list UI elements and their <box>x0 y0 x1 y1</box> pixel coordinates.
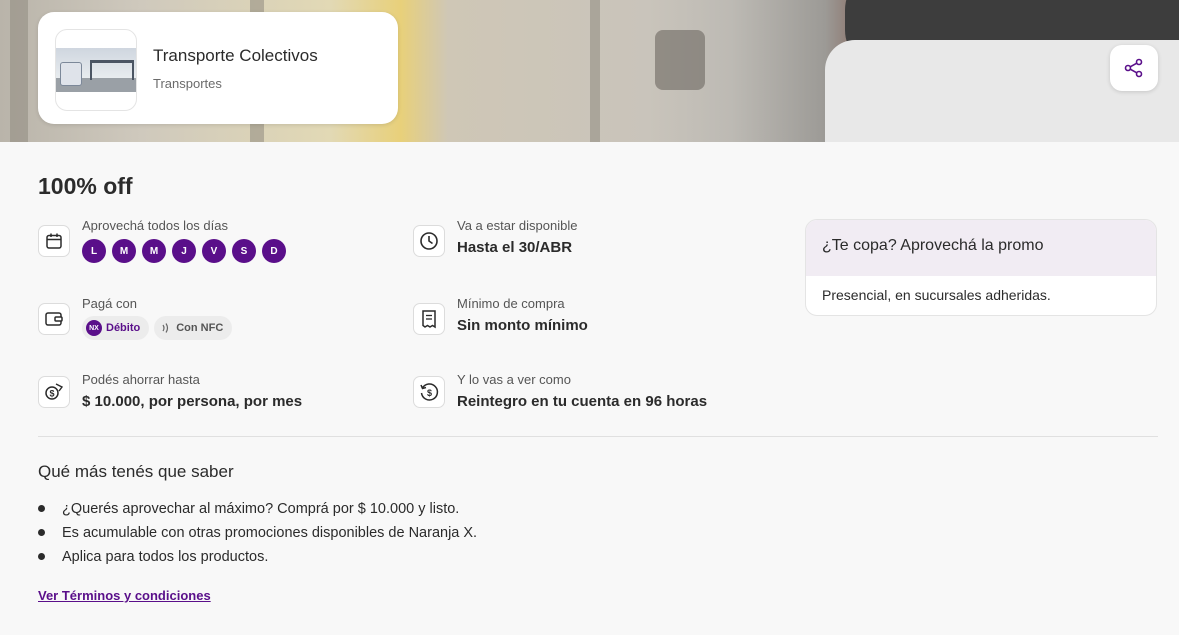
calendar-icon <box>38 225 70 257</box>
day-badge: V <box>202 239 226 263</box>
min-label: Mínimo de compra <box>457 296 565 311</box>
money-icon: $ <box>38 376 70 408</box>
share-button[interactable] <box>1110 45 1158 91</box>
promo-card-body: Presencial, en sucursales adheridas. <box>822 287 1051 303</box>
day-badge: D <box>262 239 286 263</box>
more-info-title: Qué más tenés que saber <box>38 462 234 481</box>
store-thumbnail <box>55 29 137 111</box>
divider <box>38 436 1158 437</box>
days-list: L M M J V S D <box>82 239 286 263</box>
store-category: Transportes <box>153 76 222 91</box>
promo-card-header: ¿Te copa? Aprovechá la promo <box>806 220 1156 276</box>
debit-label: Débito <box>106 322 141 334</box>
store-name: Transporte Colectivos <box>153 46 318 65</box>
min-value: Sin monto mínimo <box>457 317 588 334</box>
save-value: $ 10.000, por persona, por mes <box>82 393 303 410</box>
nfc-icon <box>162 323 169 333</box>
list-item: ¿Querés aprovechar al máximo? Comprá por… <box>38 497 477 521</box>
promo-title: 100% off <box>38 173 133 199</box>
refund-value: Reintegro en tu cuenta en 96 horas <box>457 393 708 410</box>
share-icon <box>1124 58 1143 78</box>
terms-link[interactable]: Ver Términos y condiciones <box>38 588 211 603</box>
list-item: Es acumulable con otras promociones disp… <box>38 521 477 545</box>
day-badge: S <box>232 239 256 263</box>
days-label: Aprovechá todos los días <box>82 218 228 233</box>
available-value: Hasta el 30/ABR <box>457 239 573 256</box>
promo-card: ¿Te copa? Aprovechá la promo Presencial,… <box>805 219 1157 316</box>
receipt-icon <box>413 303 445 335</box>
day-badge: L <box>82 239 106 263</box>
debit-chip: NX Débito <box>82 316 150 340</box>
day-badge: M <box>142 239 166 263</box>
refund-label: Y lo vas a ver como <box>457 372 571 387</box>
refund-icon: $ <box>413 376 445 408</box>
clock-icon <box>413 225 445 257</box>
svg-text:$: $ <box>427 388 432 398</box>
day-badge: J <box>172 239 196 263</box>
day-badge: M <box>112 239 136 263</box>
list-item: Aplica para todos los productos. <box>38 545 477 569</box>
more-info-list: ¿Querés aprovechar al máximo? Comprá por… <box>38 497 477 569</box>
available-label: Va a estar disponible <box>457 218 578 233</box>
pay-methods: NX Débito Con NFC <box>82 316 233 340</box>
wallet-icon <box>38 303 70 335</box>
store-card: Transporte Colectivos Transportes <box>38 12 398 124</box>
pay-label: Pagá con <box>82 296 137 311</box>
naranja-x-logo: NX <box>86 320 102 336</box>
svg-text:$: $ <box>49 389 54 399</box>
nfc-label: Con NFC <box>176 322 224 334</box>
nfc-chip: Con NFC <box>154 316 233 340</box>
save-label: Podés ahorrar hasta <box>82 372 200 387</box>
